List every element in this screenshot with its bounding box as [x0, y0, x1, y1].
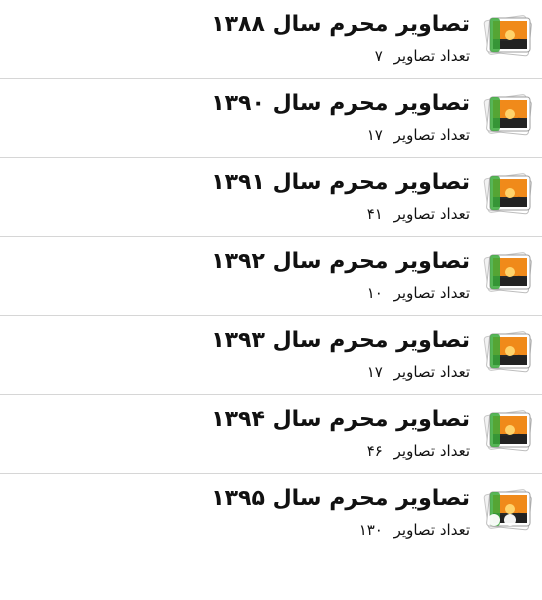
album-title: تصاویر محرم سال ۱۳۹۲ — [211, 249, 470, 274]
photo-stack-icon — [480, 8, 536, 64]
album-count: تعداد تصاویر ۱۷ — [367, 363, 470, 381]
photo-stack-icon — [480, 245, 536, 301]
album-count: تعداد تصاویر ۱۰ — [367, 284, 470, 302]
album-count-value: ۱۷ — [366, 363, 383, 381]
album-count-value: ۱۰ — [366, 284, 383, 302]
album-list: تصاویر محرم سال ۱۳۸۸ تعداد تصاویر ۷ تصاو… — [0, 0, 542, 553]
photo-stack-icon — [480, 87, 536, 143]
album-count: تعداد تصاویر ۴۱ — [367, 205, 470, 223]
photo-stack-icon — [480, 166, 536, 222]
album-count-label: تعداد تصاویر — [393, 126, 470, 144]
album-row[interactable]: تصاویر محرم سال ۱۳۸۸ تعداد تصاویر ۷ — [0, 0, 542, 79]
album-row[interactable]: تصاویر محرم سال ۱۳۹۲ تعداد تصاویر ۱۰ — [0, 237, 542, 316]
album-row[interactable]: تصاویر محرم سال ۱۳۹۰ تعداد تصاویر ۱۷ — [0, 79, 542, 158]
album-row[interactable]: تصاویر محرم سال ۱۳۹۴ تعداد تصاویر ۴۶ — [0, 395, 542, 474]
album-title: تصاویر محرم سال ۱۳۸۸ — [211, 12, 470, 37]
album-count-label: تعداد تصاویر — [393, 442, 470, 460]
photo-stack-icon — [480, 403, 536, 459]
album-count-value: ۱۳۰ — [358, 521, 383, 539]
album-count-value: ۴۱ — [366, 205, 383, 223]
album-title: تصاویر محرم سال ۱۳۹۴ — [211, 407, 470, 432]
album-row[interactable]: تصاویر محرم سال ۱۳۹۱ تعداد تصاویر ۴۱ — [0, 158, 542, 237]
album-count-value: ۷ — [374, 47, 383, 65]
album-count-label: تعداد تصاویر — [393, 363, 470, 381]
album-title: تصاویر محرم سال ۱۳۹۵ — [211, 486, 470, 511]
album-count: تعداد تصاویر ۱۳۰ — [359, 521, 470, 539]
album-title: تصاویر محرم سال ۱۳۹۳ — [211, 328, 470, 353]
album-count: تعداد تصاویر ۷ — [375, 47, 470, 65]
album-count-label: تعداد تصاویر — [393, 205, 470, 223]
album-count-label: تعداد تصاویر — [393, 284, 470, 302]
album-count: تعداد تصاویر ۱۷ — [367, 126, 470, 144]
album-row[interactable]: تصاویر محرم سال ۱۳۹۳ تعداد تصاویر ۱۷ — [0, 316, 542, 395]
album-count: تعداد تصاویر ۴۶ — [367, 442, 470, 460]
album-count-label: تعداد تصاویر — [393, 521, 470, 539]
album-count-label: تعداد تصاویر — [393, 47, 470, 65]
album-count-value: ۴۶ — [366, 442, 383, 460]
app-logo-icon — [474, 512, 532, 592]
album-row[interactable]: تصاویر محرم سال ۱۳۹۵ تعداد تصاویر ۱۳۰ — [0, 474, 542, 553]
album-title: تصاویر محرم سال ۱۳۹۰ — [211, 91, 470, 116]
album-count-value: ۱۷ — [366, 126, 383, 144]
album-title: تصاویر محرم سال ۱۳۹۱ — [211, 170, 470, 195]
photo-stack-icon — [480, 324, 536, 380]
